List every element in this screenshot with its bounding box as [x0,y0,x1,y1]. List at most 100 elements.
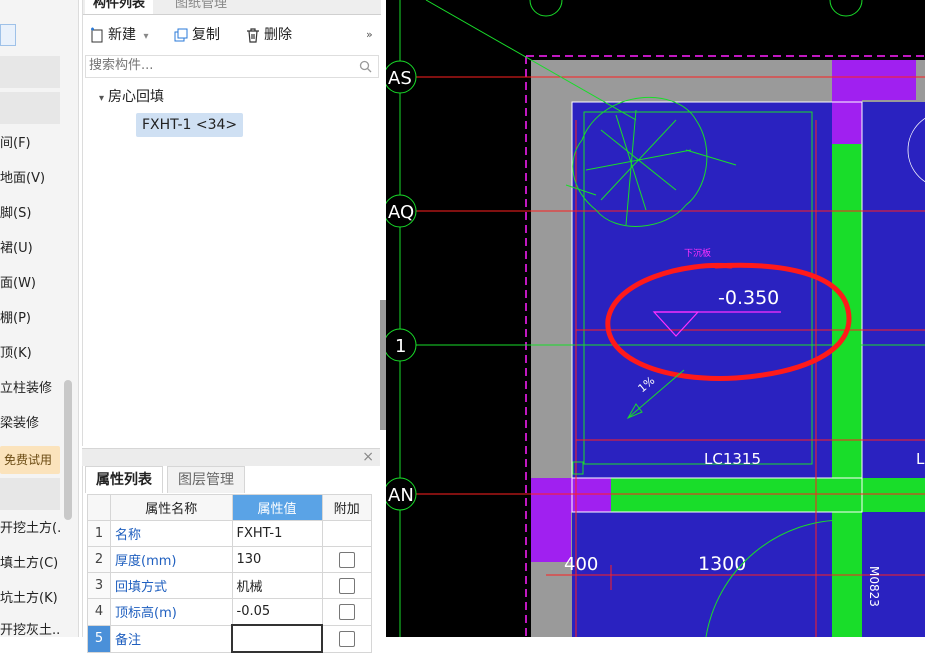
nav-item[interactable]: 梁装修 [0,413,39,435]
free-trial-label: 免费试用 [4,453,53,467]
property-name: 回填方式 [110,572,233,599]
dimension-text-400: 400 [564,554,598,575]
green-beam-horizontal [572,478,925,512]
nav-item[interactable]: 裙(U) [0,238,33,260]
extra-cell [321,572,372,599]
component-tabbar: 构件列表 图纸管理 [83,0,381,15]
tree-item-fxht1[interactable]: FXHT-1 <34> [136,113,244,137]
nav-item[interactable]: 顶(K) [0,343,32,365]
nav-blank-row [0,478,60,510]
header-index [87,494,111,521]
copy-icon [174,28,188,42]
caret-down-icon[interactable]: ▾ [99,93,104,104]
new-button-label: 新建 [108,27,136,43]
room-fill [572,102,832,482]
row-number: 2 [87,546,111,573]
cad-drawing: AS AQ 1 AN 下沉板 -0.350 1% LC1315 L 400 13… [386,0,925,637]
nav-item[interactable]: 间(F) [0,133,31,155]
table-row[interactable]: 4 顶标高(m) -0.05 [87,598,372,626]
door-label: M0823 [867,566,881,607]
extra-cell [321,598,372,626]
dimension-text-1300: 1300 [698,553,746,575]
left-nav-panel: 间(F) 地面(V) 脚(S) 裙(U) 面(W) 棚(P) 顶(K) 立柱装修… [0,0,79,638]
property-table: 属性名称 属性值 附加 1 名称 FXHT-1 2 厚度(mm) 130 3 回… [87,494,372,653]
delete-button-label: 删除 [264,27,292,43]
component-list-panel: 构件列表 图纸管理 新建 ▾ 复制 删除 » ▾ 房心回填 FXHT-1 <34> [82,0,381,446]
property-value[interactable]: -0.05 [231,598,323,626]
tab-property-list[interactable]: 属性列表 [85,466,163,493]
copy-button-label: 复制 [192,27,220,43]
property-value[interactable]: 130 [231,546,323,573]
nav-item[interactable]: 立柱装修 [0,378,52,400]
component-search-input[interactable] [86,56,352,75]
nav-blank-row [0,56,60,88]
row-number: 5 [87,624,111,653]
search-icon[interactable] [359,60,372,73]
header-property-name: 属性名称 [110,494,233,521]
window-label: LC1315 [704,450,761,468]
extra-cell [321,624,372,653]
extra-checkbox[interactable] [338,577,355,594]
axis-label-an: AN [388,485,414,506]
property-name: 顶标高(m) [110,598,233,626]
table-row[interactable]: 1 名称 FXHT-1 [87,520,372,547]
property-name: 名称 [110,520,233,547]
nav-item[interactable]: 棚(P) [0,308,31,330]
axis-bubble-top [829,0,863,17]
tree-group-label: 房心回填 [108,89,165,105]
nav-item[interactable]: 面(W) [0,273,36,295]
nav-blank-row [0,92,60,124]
tab-layer-management[interactable]: 图层管理 [167,466,245,493]
free-trial-badge[interactable]: 免费试用 [0,446,60,474]
component-search-box[interactable] [85,55,379,78]
row-number: 4 [87,598,111,626]
extra-cell [321,546,372,573]
tab-drawing-management[interactable]: 图纸管理 [167,0,235,14]
table-row[interactable]: 3 回填方式 机械 [87,572,372,599]
axis-bubble-top [529,0,563,17]
tree-group-backfill[interactable]: ▾ 房心回填 [99,86,164,106]
panel-splitter[interactable]: × [82,448,380,467]
property-name: 备注 [110,624,233,653]
property-table-header: 属性名称 属性值 附加 [87,494,372,521]
close-icon[interactable]: × [362,449,374,465]
nav-scrollbar[interactable] [64,380,72,520]
row-number: 3 [87,572,111,599]
window-label-cut: L [916,450,925,468]
nav-item[interactable]: 开挖土方(. [0,518,61,540]
magenta-column [832,60,916,100]
nav-item[interactable]: 填土方(C) [0,553,58,575]
delete-button[interactable]: 删除 [245,24,292,46]
axis-label-as: AS [388,68,412,89]
new-button[interactable]: 新建 ▾ [89,24,148,46]
table-row[interactable]: 5 备注 [87,624,372,653]
extra-checkbox[interactable] [338,603,355,620]
property-name: 厚度(mm) [110,546,233,573]
green-beam-vertical [832,144,862,637]
row-number: 1 [87,520,111,547]
toolbar-more-button[interactable]: » [366,24,373,46]
header-property-value: 属性值 [231,494,323,521]
header-extra: 附加 [321,494,372,521]
nav-item[interactable]: 开挖灰土.. [0,620,60,642]
extra-cell [321,520,372,547]
nav-toggle-icon[interactable] [0,24,16,46]
cad-drawing-canvas[interactable]: AS AQ 1 AN 下沉板 -0.350 1% LC1315 L 400 13… [386,0,925,637]
property-value[interactable]: 机械 [231,572,323,599]
nav-item[interactable]: 坑土方(K) [0,588,58,610]
nav-item[interactable]: 地面(V) [0,168,45,190]
axis-label-1: 1 [395,336,406,357]
property-panel: 属性列表 图层管理 属性名称 属性值 附加 1 名称 FXHT-1 2 厚度(m… [82,466,381,653]
magenta-column [531,478,611,512]
property-value-input[interactable] [231,624,323,653]
magenta-column [832,100,862,144]
copy-button[interactable]: 复制 [173,24,220,46]
extra-checkbox[interactable] [339,630,355,647]
new-file-icon [91,27,103,43]
nav-item[interactable]: 脚(S) [0,203,31,225]
tab-component-list[interactable]: 构件列表 [85,0,154,14]
property-value[interactable]: FXHT-1 [231,520,323,547]
sunken-slab-label: 下沉板 [684,247,711,259]
extra-checkbox[interactable] [338,551,355,568]
table-row[interactable]: 2 厚度(mm) 130 [87,546,372,573]
